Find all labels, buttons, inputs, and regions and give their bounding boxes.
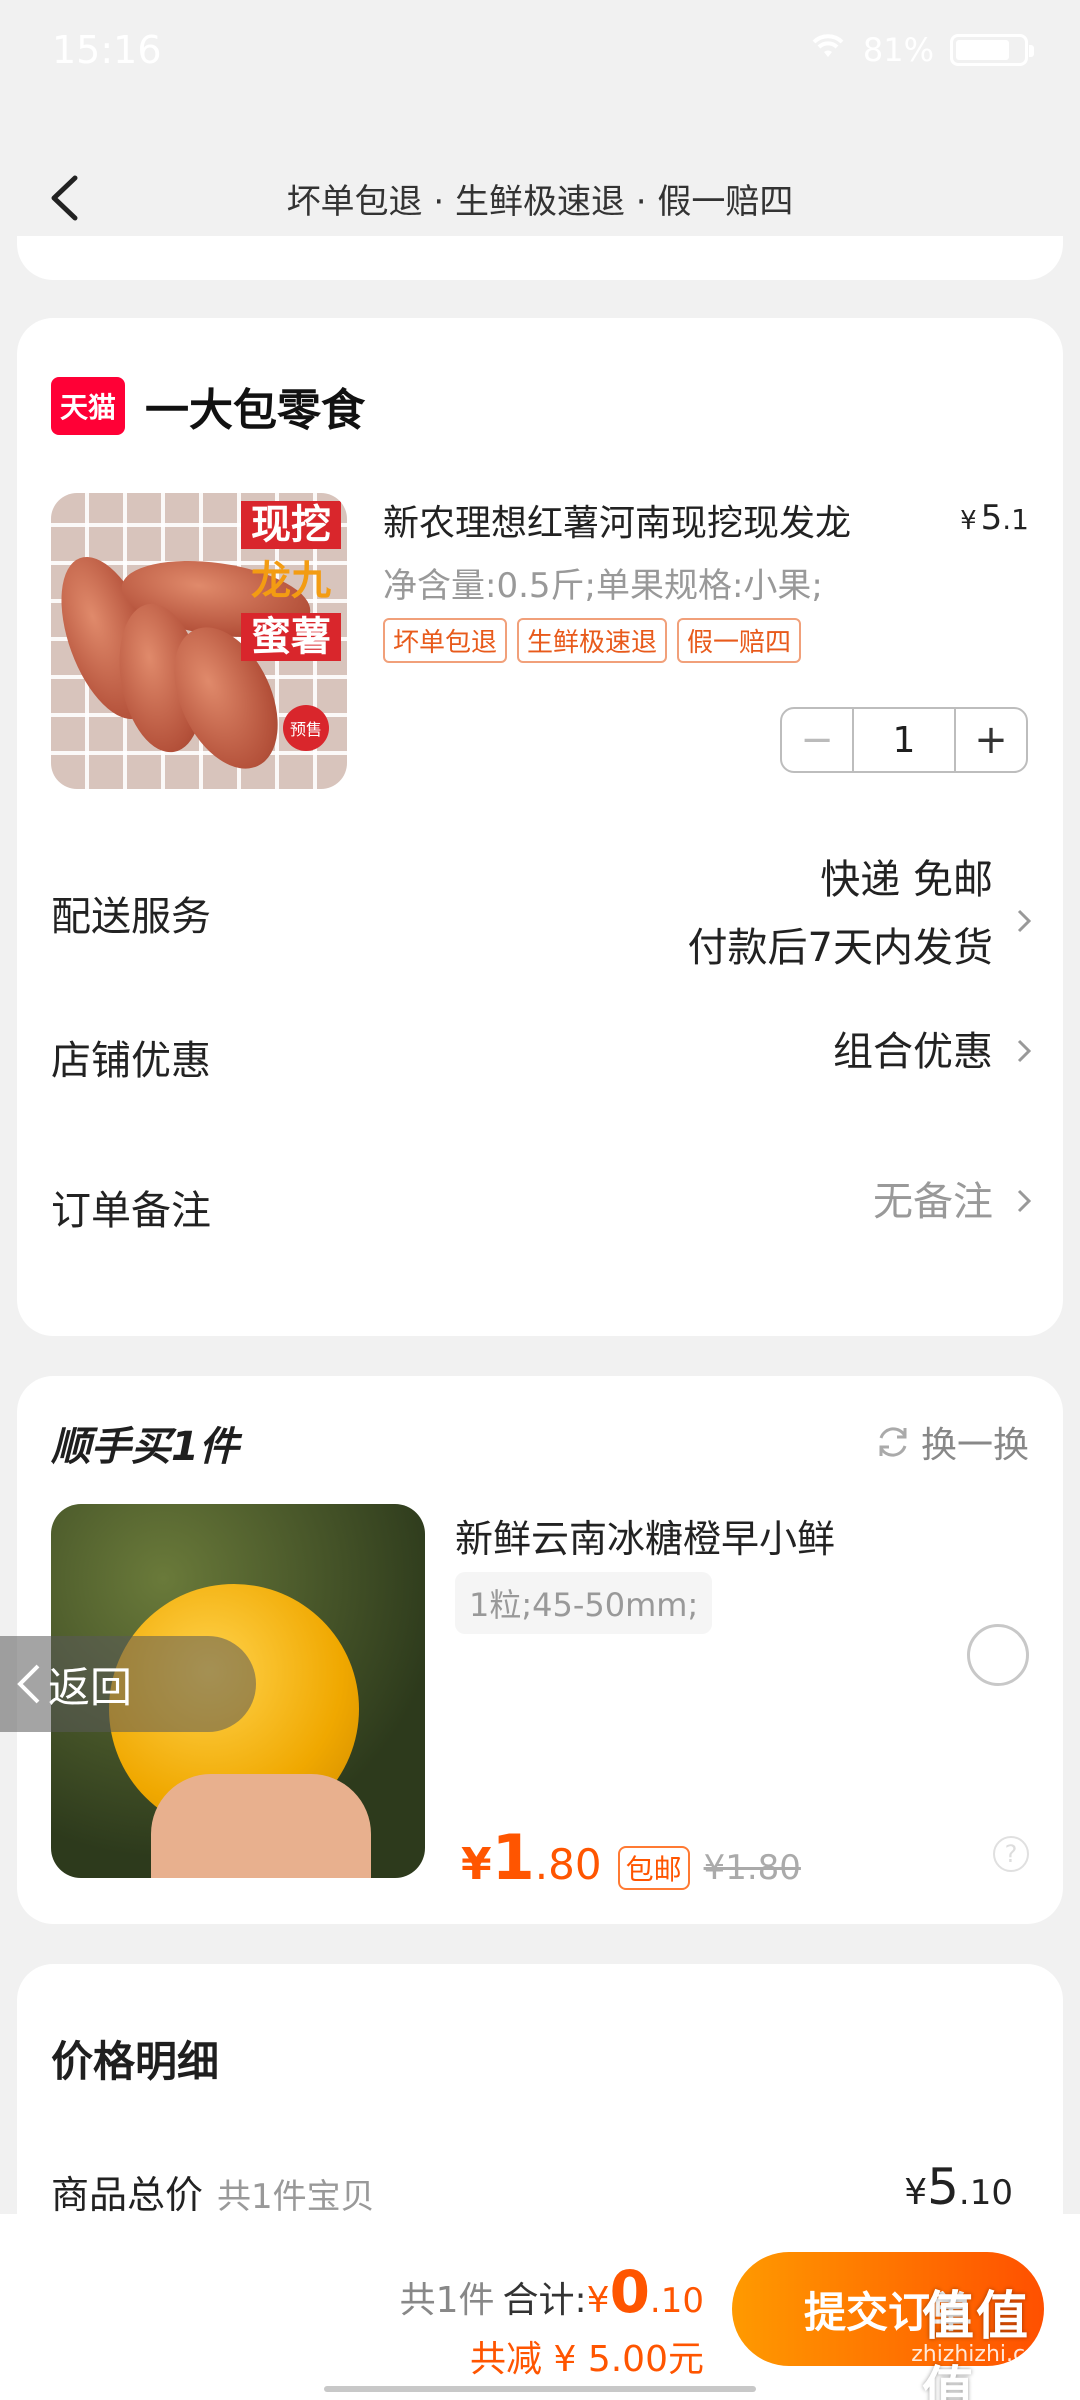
free-shipping-badge: 包邮	[617, 1846, 690, 1890]
delivery-label: 配送服务	[51, 894, 211, 940]
product-image[interactable]: 现挖 龙九 蜜薯 预售	[51, 493, 347, 789]
watermark-site: zhizhizhi.com	[911, 2342, 1060, 2367]
chevron-left-icon	[17, 1664, 40, 1704]
quantity-stepper: − 1 +	[780, 707, 1028, 773]
addon-product-name[interactable]: 新鲜云南冰糖橙早小鲜	[455, 1508, 835, 1563]
tmall-logo: 天猫	[51, 377, 125, 435]
status-bar: 15:16 81%	[0, 0, 1080, 100]
addon-title: 顺手买1件	[51, 1424, 239, 1470]
tag-fake-compensation: 假一赔四	[677, 618, 802, 663]
previous-card-edge	[17, 236, 1063, 280]
original-price: ¥1.80	[703, 1848, 801, 1888]
battery-percent: 81%	[862, 31, 934, 69]
back-button[interactable]	[34, 168, 94, 228]
tag-bad-return: 坏单包退	[383, 618, 508, 663]
quantity-value[interactable]: 1	[852, 709, 956, 771]
status-time: 15:16	[52, 28, 162, 72]
addon-product-spec: 1粒;45-50mm;	[455, 1572, 713, 1634]
presale-badge: 预售	[283, 705, 329, 751]
nav-title: 坏单包退 · 生鲜极速退 · 假一赔四	[286, 181, 794, 222]
service-tags: 坏单包退 生鲜极速退 假一赔四	[383, 618, 802, 663]
help-icon[interactable]: ?	[993, 1836, 1029, 1872]
item-count: 共1件	[399, 2280, 495, 2321]
shop-discount-label: 店铺优惠	[51, 1038, 211, 1084]
decrease-button[interactable]: −	[782, 709, 852, 771]
shop-header[interactable]: 天猫 一大包零食	[51, 374, 365, 438]
nav-bar: 坏单包退 · 生鲜极速退 · 假一赔四	[0, 150, 1080, 246]
increase-button[interactable]: +	[956, 709, 1026, 771]
watermark-logo: 值值值	[922, 2287, 1031, 2400]
order-note-value: 无备注	[873, 1179, 993, 1225]
product-title[interactable]: 新农理想红薯河南现挖现发龙	[383, 494, 851, 546]
promo-text-2: 龙九	[251, 558, 331, 604]
order-note-label: 订单备注	[51, 1188, 211, 1234]
total-label: 合计:	[502, 2280, 587, 2321]
chevron-right-icon	[1017, 1039, 1032, 1063]
product-spec: 净含量:0.5斤;单果规格:小果;	[383, 566, 823, 606]
saved-amount: 共减 ¥ 5.00元	[470, 2339, 704, 2380]
bottom-checkout-bar: 共1件 合计:¥0.10 共减 ¥ 5.00元 提交订单 值值值 zhizhizh…	[0, 2214, 1080, 2400]
chevron-right-icon	[1017, 909, 1032, 933]
promo-text-3: 蜜薯	[241, 613, 341, 661]
swap-label: 换一换	[920, 1425, 1029, 1466]
shop-name: 一大包零食	[145, 385, 365, 436]
tag-fresh-refund: 生鲜极速退	[517, 618, 668, 663]
chevron-left-icon	[51, 175, 78, 221]
floating-return-button[interactable]: 返回	[0, 1636, 256, 1732]
status-icons: 81%	[809, 31, 1034, 69]
shop-order-card: 天猫 一大包零食 现挖 龙九 蜜薯 预售 新农理想红薯河南现挖现发龙 ¥5.1 …	[17, 318, 1063, 1336]
chevron-right-icon	[1017, 1189, 1032, 1213]
total-amount: ¥0.10	[586, 2258, 704, 2326]
goods-total-label: 商品总价 共1件宝贝	[51, 2173, 375, 2217]
price-detail-title: 价格明细	[51, 2037, 220, 2086]
addon-select-radio[interactable]	[967, 1624, 1029, 1686]
goods-total-value: ¥5.10	[904, 2158, 1013, 2216]
swap-button[interactable]: 换一换	[873, 1416, 1029, 1468]
product-price: ¥5.1	[960, 498, 1029, 538]
order-summary: 共1件 合计:¥0.10 共减 ¥ 5.00元	[400, 2258, 704, 2382]
delivery-value: 快递 免邮 付款后7天内发货	[687, 857, 993, 971]
addon-price: ¥1.80 包邮 ¥1.80	[461, 1821, 801, 1894]
battery-icon	[950, 34, 1034, 66]
refresh-icon	[879, 1427, 907, 1457]
home-indicator[interactable]	[324, 2386, 756, 2392]
floating-return-label: 返回	[48, 1662, 133, 1712]
shop-discount-value: 组合优惠	[833, 1029, 993, 1075]
wifi-icon	[809, 31, 847, 69]
promo-text-1: 现挖	[241, 501, 341, 549]
